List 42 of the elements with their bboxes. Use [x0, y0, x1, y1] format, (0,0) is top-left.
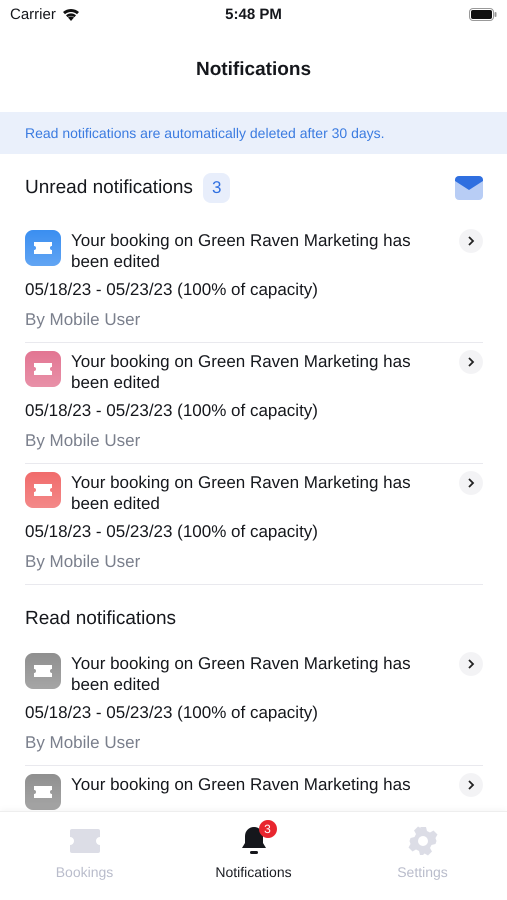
section-title: Read notifications [25, 608, 176, 630]
chevron-icon [467, 659, 475, 669]
notification-title: Your booking on Green Raven Marketing has been edited [71, 653, 412, 695]
chevron-button[interactable] [459, 471, 483, 495]
battery-icon [469, 8, 497, 20]
chevron-button[interactable] [459, 773, 483, 797]
chevron-button[interactable] [459, 652, 483, 676]
info-banner: Read notifications are automatically deleted after 30 days. [0, 112, 507, 154]
notification-title: Your booking on Green Raven Marketing has been edited [71, 351, 412, 393]
date-range: 05/18/23 - 05/23/23 (100% of capacity) [25, 280, 319, 300]
wifi-icon [62, 7, 80, 21]
chevron-icon [467, 236, 475, 246]
section-title: Unread notifications [25, 177, 193, 199]
date-range: 05/18/23 - 05/23/23 (100% of capacity) [25, 703, 319, 723]
author-label: By Mobile User [25, 552, 142, 572]
author-label: By Mobile User [25, 310, 142, 330]
screen-title: Notifications [196, 59, 312, 81]
chevron-icon [467, 357, 475, 367]
notification-title: Your booking on Green Raven Marketing has been edited [71, 472, 412, 514]
notification-item[interactable]: Your booking on Green Raven Marketing has been edited 05/18/23 - 05/23/23 (100% of capacity) By Mobile User [25, 645, 483, 766]
count-badge: 3 [202, 173, 230, 203]
carrier-label: Carrier [10, 6, 56, 22]
notification-badge: 3 [258, 820, 276, 838]
settings-icon [406, 825, 438, 857]
ticket-icon [68, 827, 100, 855]
notification-title: Your booking on Green Raven Marketing has been edited [71, 230, 412, 272]
envelope-icon[interactable] [455, 176, 483, 200]
date-range: 05/18/23 - 05/23/23 (100% of capacity) [25, 522, 319, 542]
notification-item[interactable]: Your booking on Green Raven Marketing has been edited 05/18/23 - 05/23/23 (100% of capacity) By Mobile User [25, 464, 483, 585]
date-range: 05/18/23 - 05/23/23 (100% of capacity) [25, 401, 319, 421]
notification-item[interactable]: Your booking on Green Raven Marketing has been edited 05/18/23 - 05/23/23 (100% of capacity) By Mobile User [25, 343, 483, 464]
author-label: By Mobile User [25, 733, 142, 753]
notification-item[interactable]: Your booking on Green Raven Marketing has [25, 766, 483, 810]
tab-item[interactable]: 3 Notifications [169, 812, 338, 900]
author-label: By Mobile User [25, 431, 142, 451]
chevron-button[interactable] [459, 229, 483, 253]
chevron-icon [467, 478, 475, 488]
notification-title: Your booking on Green Raven Marketing has [71, 774, 412, 795]
chevron-icon [467, 780, 475, 790]
clock-time: 5:48 PM [225, 6, 282, 22]
chevron-button[interactable] [459, 350, 483, 374]
notification-item[interactable]: Your booking on Green Raven Marketing has been edited 05/18/23 - 05/23/23 (100% of capacity) By Mobile User [25, 222, 483, 343]
